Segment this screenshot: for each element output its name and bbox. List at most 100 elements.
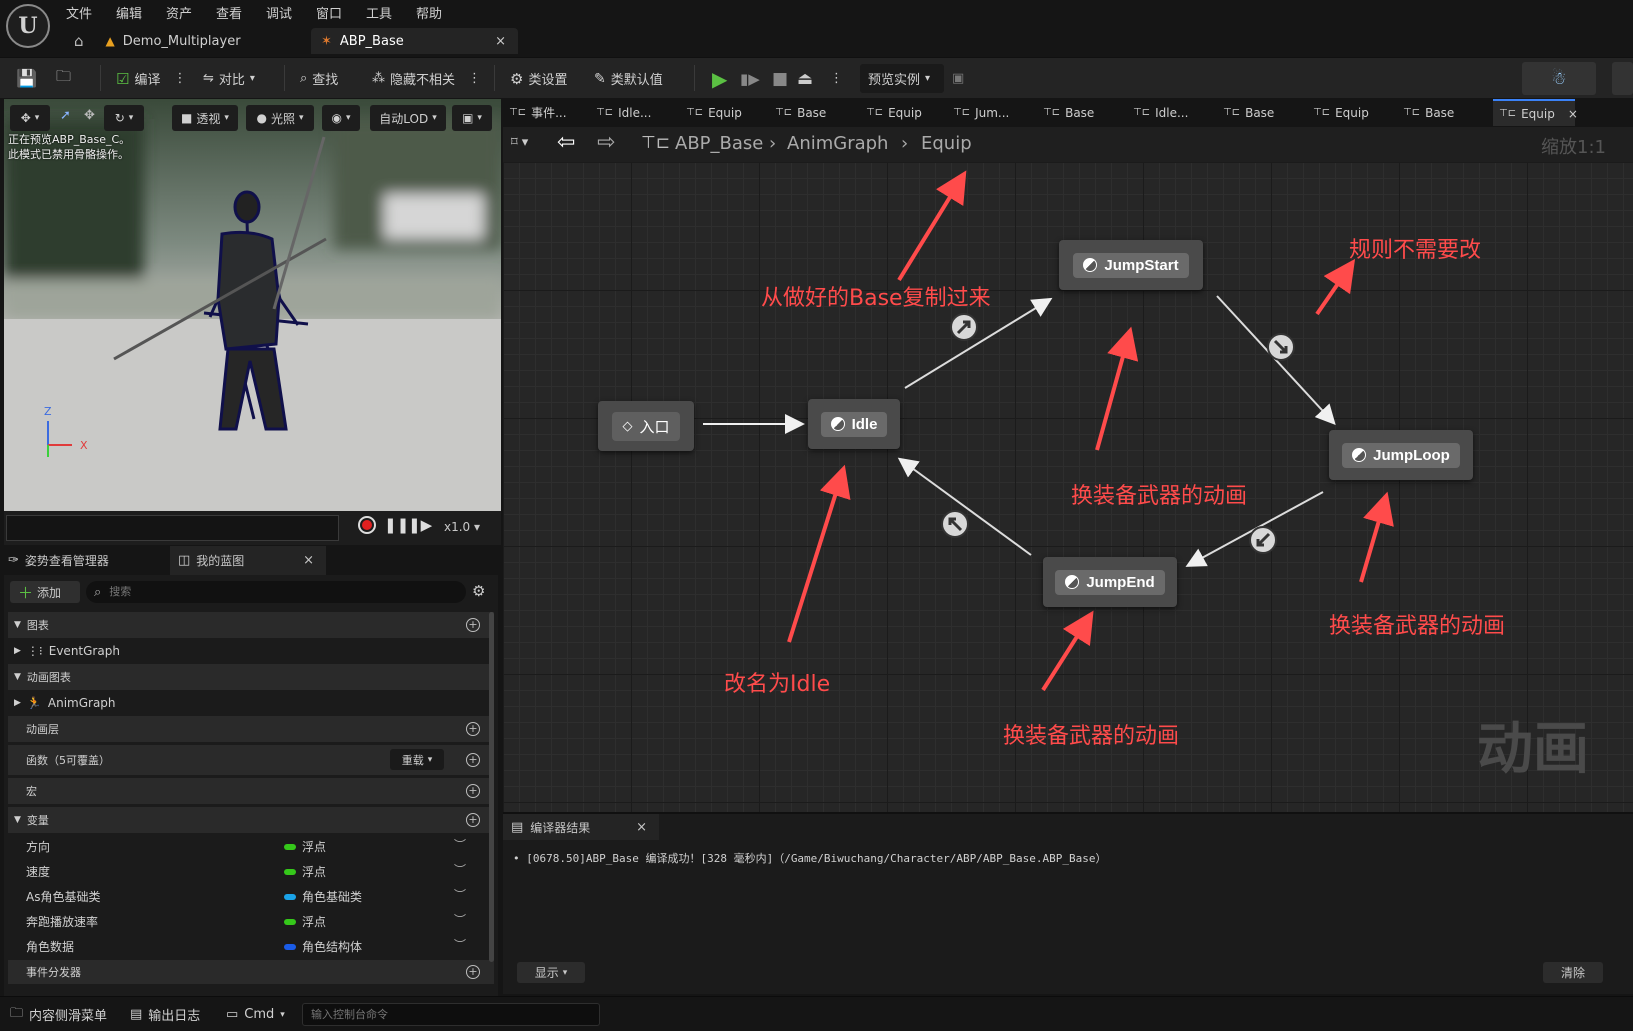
category-macros[interactable]: 宏 + [8, 778, 494, 804]
play-options-button[interactable]: ⋮ [830, 58, 843, 99]
graph-tab-8[interactable]: ⊤⊏ Base [1223, 99, 1274, 126]
content-drawer-button[interactable]: 🗀 内容侧滑菜单 [10, 997, 107, 1031]
add-macro-icon[interactable]: + [466, 784, 480, 798]
class-settings-button[interactable]: ⚙ 类设置 [510, 58, 567, 99]
perspective-dropdown[interactable]: ■ 透视 ▾ [172, 105, 238, 131]
more-icon[interactable]: ⋮ [173, 71, 186, 86]
save-button[interactable]: 💾 [16, 58, 37, 99]
close-icon[interactable]: × [495, 34, 506, 49]
add-graph-icon[interactable]: + [466, 618, 480, 632]
tab-pose-watch[interactable]: ✑ 姿势查看管理器 [8, 546, 166, 575]
graph-tab-7[interactable]: ⊤⊏ Idle... [1133, 99, 1188, 126]
more-icon[interactable]: ⋮ [468, 71, 481, 86]
scrollbar[interactable] [489, 612, 494, 962]
menu-view[interactable]: 查看 [216, 3, 242, 22]
menu-file[interactable]: 文件 [66, 3, 92, 22]
step-button[interactable]: ▮▶ [740, 58, 760, 99]
lod-dropdown[interactable]: 自动LOD ▾ [370, 105, 446, 131]
show-dropdown[interactable]: ◉ ▾ [322, 105, 360, 131]
step-forward-icon[interactable]: ❚▶ [408, 516, 432, 534]
home-icon[interactable]: ⌂ [74, 32, 84, 50]
visibility-eye-icon[interactable]: ︶ [454, 936, 466, 953]
clear-button[interactable]: 清除 [1543, 962, 1603, 983]
lighting-dropdown[interactable]: ● 光照 ▾ [246, 105, 314, 131]
stop-button[interactable]: ■ [772, 58, 788, 99]
add-button[interactable]: ＋添加 [10, 581, 80, 603]
graph-tab-3[interactable]: ⊤⊏ Base [775, 99, 826, 126]
browse-button[interactable]: 🗀 [56, 58, 71, 99]
menu-assets[interactable]: 资产 [166, 3, 192, 22]
tree-item-animgraph[interactable]: ▶ 🏃 AnimGraph [8, 690, 494, 715]
category-event-dispatchers[interactable]: 事件分发器 + [8, 960, 494, 984]
graph-tab-0[interactable]: ⊤⊏ 事件... [509, 99, 567, 126]
compile-button[interactable]: ☑ 编译 ⋮ [116, 58, 186, 99]
unreal-logo-icon[interactable]: U [6, 4, 50, 48]
select-tool-icon[interactable]: ➚ [60, 108, 71, 123]
state-idle[interactable]: Idle [808, 399, 900, 449]
output-log-button[interactable]: ▤ 输出日志 [130, 997, 200, 1031]
graph-tab-9[interactable]: ⊤⊏ Equip [1313, 99, 1369, 126]
close-icon[interactable]: × [1568, 107, 1578, 121]
variable-type[interactable]: 浮点 [284, 838, 326, 855]
diff-button[interactable]: ⇋ 对比 ▾ [203, 58, 255, 99]
add-variable-icon[interactable]: + [466, 813, 480, 827]
menu-window[interactable]: 窗口 [316, 3, 342, 22]
find-button[interactable]: ⌕ 查找 [300, 58, 338, 99]
search-box[interactable]: ⌕ [86, 581, 466, 603]
state-machine-graph[interactable]: ◇ 入口 Idle JumpStart JumpLoop JumpEnd 从做好的… [503, 162, 1633, 812]
tab-compiler-results[interactable]: ▤ 编译器结果 × [503, 814, 659, 840]
variable-type[interactable]: 角色基础类 [284, 888, 362, 905]
variable-row[interactable]: 方向 浮点 ︶ [8, 833, 494, 858]
playback-speed[interactable]: x1.0 ▾ [444, 520, 480, 534]
graph-tab-6[interactable]: ⊤⊏ Base [1043, 99, 1094, 126]
graph-tab-10[interactable]: ⊤⊏ Base [1403, 99, 1454, 126]
category-graphs[interactable]: ▼ 图表 + [8, 612, 494, 638]
variable-row[interactable]: 速度 浮点 ︶ [8, 858, 494, 883]
override-dropdown[interactable]: 重载 ▾ [390, 749, 444, 770]
variable-type[interactable]: 角色结构体 [284, 938, 362, 955]
graph-tab-2[interactable]: ⊤⊏ Equip [686, 99, 742, 126]
show-dropdown-button[interactable]: 显示 ▾ [517, 962, 585, 983]
menu-help[interactable]: 帮助 [416, 3, 442, 22]
close-icon[interactable]: × [636, 820, 647, 835]
entry-node[interactable]: ◇ 入口 [598, 401, 694, 451]
menu-edit[interactable]: 编辑 [116, 3, 142, 22]
category-anim-graphs[interactable]: ▼ 动画图表 [8, 664, 494, 690]
move-tool-icon[interactable]: ✥ [84, 108, 95, 123]
settings-gear-icon[interactable]: ⚙ [472, 582, 485, 600]
variable-row[interactable]: 奔跑播放速率 浮点 ︶ [8, 908, 494, 933]
rotate-tool-button[interactable]: ↻ ▾ [104, 105, 144, 131]
variable-row[interactable]: 角色数据 角色结构体 ︶ [8, 933, 494, 958]
debug-filter-button[interactable]: ▣ [952, 58, 964, 99]
play-button[interactable]: ▶ [712, 58, 727, 99]
bookmark-icon[interactable]: ⌑ ▾ [511, 135, 528, 150]
add-dispatcher-icon[interactable]: + [466, 965, 480, 979]
visibility-eye-icon[interactable]: ︶ [454, 861, 466, 878]
add-function-icon[interactable]: + [466, 753, 480, 767]
skeleton-mode-button[interactable]: ☃ [1522, 62, 1596, 95]
variable-row[interactable]: As角色基础类 角色基础类 ︶ [8, 883, 494, 908]
timeline-scrubber[interactable] [6, 515, 339, 541]
graph-tab-1[interactable]: ⊤⊏ Idle... [596, 99, 651, 126]
variable-type[interactable]: 浮点 [284, 913, 326, 930]
visibility-eye-icon[interactable]: ︶ [454, 911, 466, 928]
category-anim-layers[interactable]: 动画层 + [8, 716, 494, 742]
state-jumpend[interactable]: JumpEnd [1043, 557, 1177, 607]
tab-my-blueprint[interactable]: ◫ 我的蓝图 × [170, 546, 326, 575]
viewport-options-button[interactable]: ✥ ▾ [10, 105, 50, 131]
breadcrumb-graph[interactable]: AnimGraph [787, 133, 888, 154]
cmd-dropdown[interactable]: ▭ Cmd ▾ [226, 997, 285, 1031]
preview-instance-dropdown[interactable]: 预览实例 ▾ [860, 64, 944, 93]
visibility-eye-icon[interactable]: ︶ [454, 836, 466, 853]
breadcrumb-root[interactable]: ABP_Base [675, 133, 763, 154]
menu-debug[interactable]: 调试 [266, 3, 292, 22]
possess-button[interactable]: ⏏ [797, 58, 813, 99]
state-jumpstart[interactable]: JumpStart [1059, 240, 1203, 290]
search-input[interactable] [109, 586, 430, 598]
preview-viewport[interactable]: Z X 正在预览ABP_Base_C。 此模式已禁用骨骼操作。 [4, 99, 501, 511]
viewport-layout-button[interactable]: ▣ ▾ [452, 105, 492, 131]
state-jumploop[interactable]: JumpLoop [1329, 430, 1473, 480]
mode-button-2[interactable] [1612, 62, 1633, 95]
console-command-input[interactable] [302, 1003, 600, 1026]
graph-tab-11[interactable]: ⊤⊏ Equip × [1493, 99, 1578, 126]
